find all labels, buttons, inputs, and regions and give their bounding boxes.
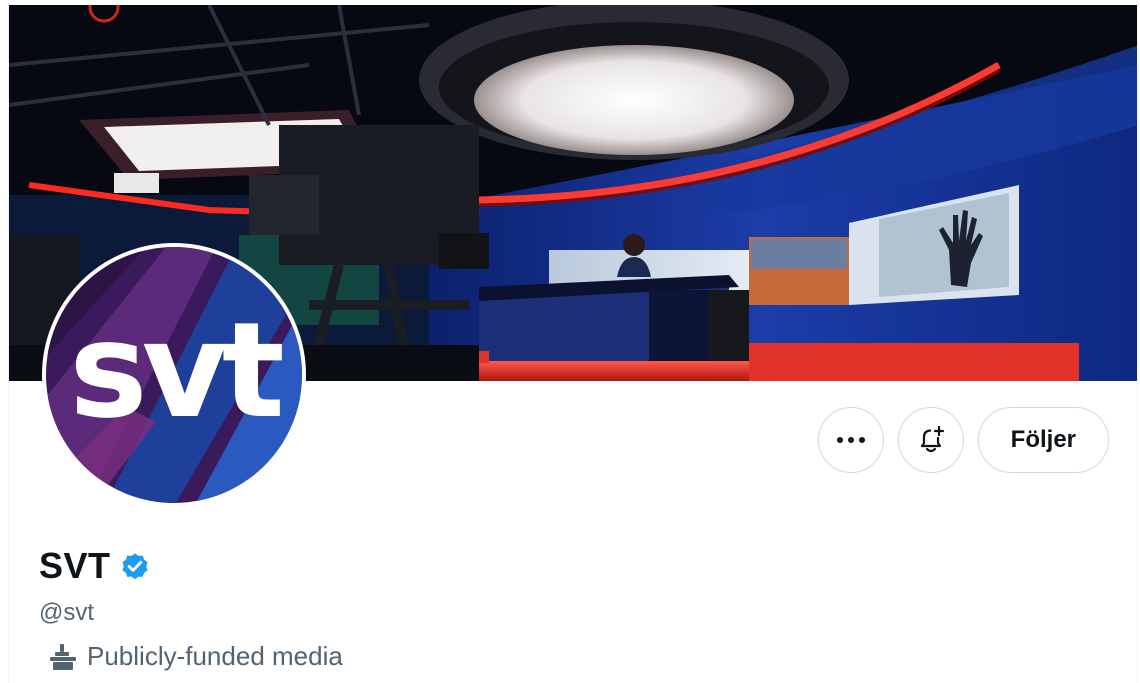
more-options-button[interactable] [817,407,884,473]
affiliation-label[interactable]: Publicly-funded media [47,641,343,672]
profile-header: svt Följer SVT @svt Publicly-funded medi… [8,5,1138,683]
verified-badge-icon[interactable] [119,550,151,582]
avatar-logo-text: svt [69,294,285,448]
notifications-button[interactable] [897,407,964,473]
more-options-icon [836,437,865,443]
name-row: SVT [39,545,151,587]
profile-avatar[interactable]: svt [42,243,306,507]
government-building-icon [50,643,76,670]
affiliation-text: Publicly-funded media [87,641,343,671]
user-handle: @svt [39,599,95,626]
display-name: SVT [39,545,111,586]
following-button[interactable]: Följer [977,407,1109,473]
bell-plus-icon [920,425,944,453]
profile-actions: Följer [817,407,1109,473]
